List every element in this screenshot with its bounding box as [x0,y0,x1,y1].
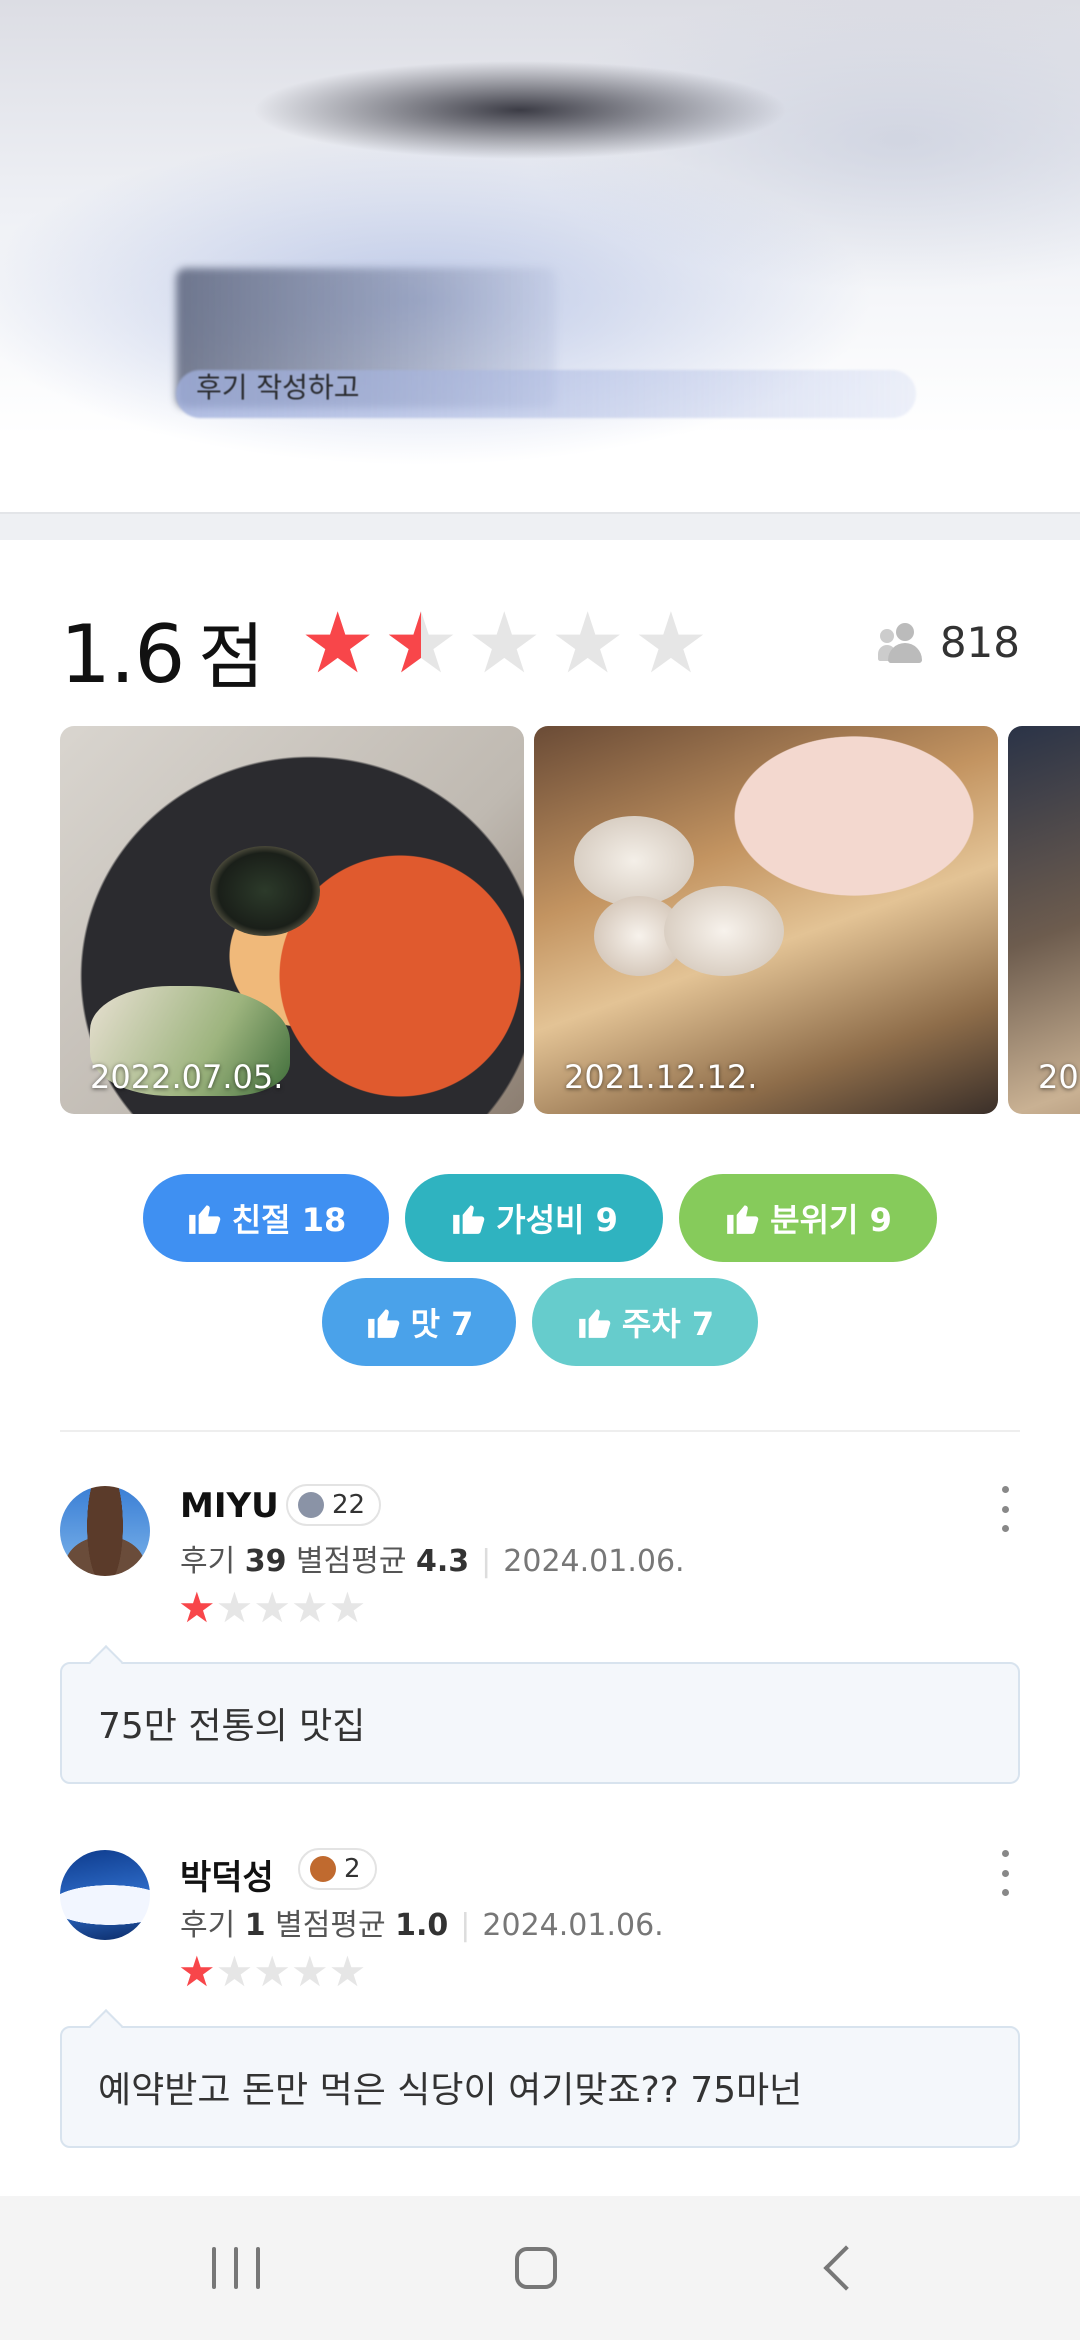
hero-caption: 후기 작성하고 [196,371,360,404]
review-date: 2024.01.06. [503,1544,685,1579]
hero-image[interactable]: 후기 작성하고 [0,0,1080,512]
review-text: 75만 전통의 맛집 [60,1662,1020,1784]
level-icon [298,1492,324,1518]
photo-carousel[interactable]: 2022.07.05. 2021.12.12. 20 [60,726,1080,1114]
people-icon [877,622,930,663]
photo-date: 20 [1038,1058,1079,1096]
rating-score-unit: 점 [198,615,264,699]
level-icon [310,1856,336,1882]
tag-label: 가성비 9 [496,1201,618,1239]
tag-taste[interactable]: 맛 7 [322,1278,516,1366]
keyword-tags: 친절 18 가성비 9 분위기 9 맛 7 주차 7 [0,1174,1080,1366]
more-vertical-icon[interactable] [998,1486,1012,1532]
star-icon: ★ [300,594,376,692]
avatar[interactable] [60,1486,150,1576]
star-empty-icon: ★ [466,594,542,692]
review-photo[interactable]: 2021.12.12. [534,726,998,1114]
avg-rating: 4.3 [416,1544,470,1579]
home-icon[interactable] [476,2196,596,2340]
thumbs-up-icon [367,1309,399,1338]
star-icon: ★ [178,1583,216,1632]
rating-score: 1.6 점 [60,598,264,703]
back-icon[interactable] [780,2196,900,2340]
rating-stars: ★ ★ ★ ★ ★ [300,600,709,686]
level-value: 2 [344,1854,361,1884]
star-icon: ★ [178,1947,216,1996]
divider [60,1430,1020,1432]
review-photo[interactable]: 2022.07.05. [60,726,524,1114]
thumbs-up-icon [453,1205,485,1234]
star-empty-icon: ★ [328,1583,367,1632]
avg-rating: 1.0 [395,1908,449,1943]
star-empty-icon: ★ [253,1947,291,1996]
tag-atmosphere[interactable]: 분위기 9 [679,1174,937,1262]
thumbs-up-icon [188,1205,221,1234]
star-empty-icon: ★ [633,594,709,692]
review-meta: 후기 39 별점평균 4.3 | 2024.01.06. [180,1544,685,1579]
recents-icon[interactable] [176,2196,296,2340]
level-value: 22 [332,1490,366,1520]
star-empty-icon: ★ [290,1947,329,1996]
reviewer-count: 818 [877,618,1020,667]
level-badge: 22 [286,1484,382,1526]
star-empty-icon: ★ [215,1947,254,1996]
system-nav-bar [0,2196,1080,2340]
review-stars: ★ ★ ★ ★ ★ [178,1950,366,1994]
thumbs-up-icon [727,1205,759,1234]
star-empty-icon: ★ [290,1583,329,1632]
review-date: 2024.01.06. [482,1908,664,1943]
tag-label: 친절 18 [231,1201,347,1239]
review-count: 39 [244,1544,287,1579]
star-half-icon: ★ [383,600,458,686]
review-count: 1 [244,1908,266,1943]
avatar[interactable] [60,1850,150,1940]
photo-date: 2021.12.12. [564,1058,758,1096]
reviewer-name[interactable]: MIYU [180,1486,279,1526]
thumbs-up-icon [579,1309,611,1338]
star-empty-icon: ★ [549,594,626,692]
star-empty-icon: ★ [253,1583,291,1632]
review-photo[interactable]: 20 [1008,726,1080,1114]
tag-kindness[interactable]: 친절 18 [143,1174,389,1262]
review-meta: 후기 1 별점평균 1.0 | 2024.01.06. [180,1908,664,1943]
review-text: 예약받고 돈만 먹은 식당이 여기맞죠?? 75마넌 [60,2026,1020,2148]
rating-score-value: 1.6 [60,608,185,701]
more-vertical-icon[interactable] [998,1850,1012,1896]
reviewer-name[interactable]: 박덕성 [180,1850,274,1899]
star-empty-icon: ★ [328,1947,367,1996]
tag-value[interactable]: 가성비 9 [405,1174,663,1262]
tag-label: 분위기 9 [770,1201,892,1239]
review-stars: ★ ★ ★ ★ ★ [178,1586,366,1630]
section-divider [0,512,1080,540]
tag-parking[interactable]: 주차 7 [532,1278,758,1366]
star-empty-icon: ★ [215,1583,254,1632]
reviewer-count-value: 818 [939,618,1020,667]
level-badge: 2 [298,1848,377,1890]
tag-label: 주차 7 [621,1305,715,1343]
tag-label: 맛 7 [410,1305,474,1343]
photo-date: 2022.07.05. [90,1058,284,1096]
